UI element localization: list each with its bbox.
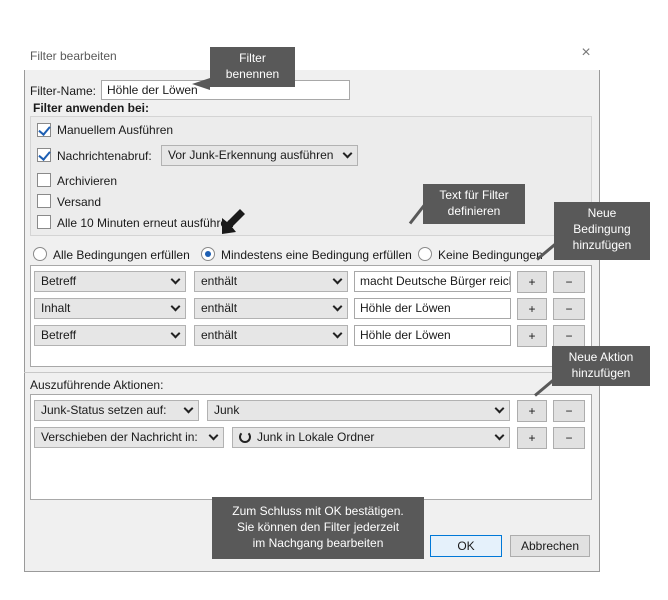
pointer-arrow-icon — [218, 206, 248, 236]
condition-value-input[interactable]: Höhle der Löwen — [354, 325, 511, 346]
section-divider — [24, 372, 600, 373]
chevron-down-icon — [170, 328, 181, 339]
remove-action-button[interactable]: − — [553, 427, 585, 449]
condition-value-input[interactable]: Höhle der Löwen — [354, 298, 511, 319]
apply-heading: Filter anwenden bei: — [33, 101, 150, 115]
filter-name-label: Filter-Name: — [30, 84, 97, 98]
condition-operator-select[interactable]: enthält — [194, 271, 348, 292]
remove-condition-button[interactable]: − — [553, 298, 585, 320]
retrieval-select-value: Vor Junk-Erkennung ausführen — [168, 148, 334, 162]
remove-condition-button[interactable]: − — [553, 325, 585, 347]
condition-field-value: Betreff — [41, 328, 77, 342]
callout-arrow — [192, 78, 210, 90]
action-type-select[interactable]: Verschieben der Nachricht in: — [34, 427, 224, 448]
match-any-label: Mindestens eine Bedingung erfüllen — [221, 248, 412, 262]
condition-operator-value: enthält — [201, 301, 238, 315]
condition-field-value: Betreff — [41, 274, 77, 288]
ok-button[interactable]: OK — [430, 535, 502, 557]
action-value: Junk — [214, 403, 240, 417]
retrieval-select[interactable]: Vor Junk-Erkennung ausführen — [161, 145, 358, 166]
chevron-down-icon — [494, 403, 505, 414]
callout-text: Text für Filter definieren — [423, 184, 525, 224]
interval-checkbox[interactable] — [37, 215, 51, 229]
actions-label: Auszuführende Aktionen: — [30, 378, 164, 392]
retrieval-checkbox[interactable] — [37, 148, 51, 162]
add-action-button[interactable]: + — [517, 427, 547, 449]
remove-condition-button[interactable]: − — [553, 271, 585, 293]
condition-operator-value: enthält — [201, 328, 238, 342]
folder-refresh-icon — [239, 431, 251, 443]
add-action-button[interactable]: + — [517, 400, 547, 422]
condition-field-select[interactable]: Betreff — [34, 325, 186, 346]
close-icon[interactable]: × — [577, 44, 595, 62]
condition-field-value: Inhalt — [41, 301, 71, 315]
action-type-value: Verschieben der Nachricht in: — [41, 430, 198, 444]
chevron-down-icon — [332, 301, 343, 312]
condition-value-input[interactable]: macht Deutsche Bürger reich — [354, 271, 511, 292]
callout-confirm: Zum Schluss mit OK bestätigen. Sie könne… — [212, 497, 424, 559]
action-type-select[interactable]: Junk-Status setzen auf: — [34, 400, 199, 421]
chevron-down-icon — [183, 403, 194, 414]
chevron-down-icon — [208, 430, 219, 441]
cancel-button[interactable]: Abbrechen — [510, 535, 590, 557]
add-condition-button[interactable]: + — [517, 298, 547, 320]
chevron-down-icon — [342, 148, 353, 159]
callout-new-condition: Neue Bedingung hinzufügen — [554, 202, 650, 260]
match-all-radio[interactable] — [33, 247, 47, 261]
match-all-label: Alle Bedingungen erfüllen — [53, 248, 190, 262]
send-checkbox[interactable] — [37, 194, 51, 208]
send-label: Versand — [57, 195, 102, 209]
condition-field-select[interactable]: Inhalt — [34, 298, 186, 319]
action-type-value: Junk-Status setzen auf: — [41, 403, 167, 417]
dialog-title: Filter bearbeiten — [30, 49, 117, 63]
callout-name: Filter benennen — [210, 47, 295, 87]
condition-operator-value: enthält — [201, 274, 238, 288]
action-value-select[interactable]: Junk — [207, 400, 510, 421]
manual-checkbox[interactable] — [37, 123, 51, 137]
action-value: Junk in Lokale Ordner — [257, 430, 375, 444]
manual-label: Manuellem Ausführen — [57, 123, 174, 137]
action-value-select[interactable]: Junk in Lokale Ordner — [232, 427, 510, 448]
chevron-down-icon — [332, 274, 343, 285]
condition-operator-select[interactable]: enthält — [194, 298, 348, 319]
chevron-down-icon — [170, 301, 181, 312]
chevron-down-icon — [494, 430, 505, 441]
chevron-down-icon — [170, 274, 181, 285]
add-condition-button[interactable]: + — [517, 325, 547, 347]
archive-checkbox[interactable] — [37, 173, 51, 187]
retrieval-label: Nachrichtenabruf: — [57, 149, 152, 163]
chevron-down-icon — [332, 328, 343, 339]
remove-action-button[interactable]: − — [553, 400, 585, 422]
add-condition-button[interactable]: + — [517, 271, 547, 293]
archive-label: Archivieren — [57, 174, 118, 188]
condition-operator-select[interactable]: enthält — [194, 325, 348, 346]
interval-label: Alle 10 Minuten erneut ausführen — [57, 216, 234, 230]
match-any-radio[interactable] — [201, 247, 215, 261]
callout-new-action: Neue Aktion hinzufügen — [552, 346, 650, 386]
match-none-label: Keine Bedingungen — [438, 248, 543, 262]
condition-field-select[interactable]: Betreff — [34, 271, 186, 292]
match-none-radio[interactable] — [418, 247, 432, 261]
